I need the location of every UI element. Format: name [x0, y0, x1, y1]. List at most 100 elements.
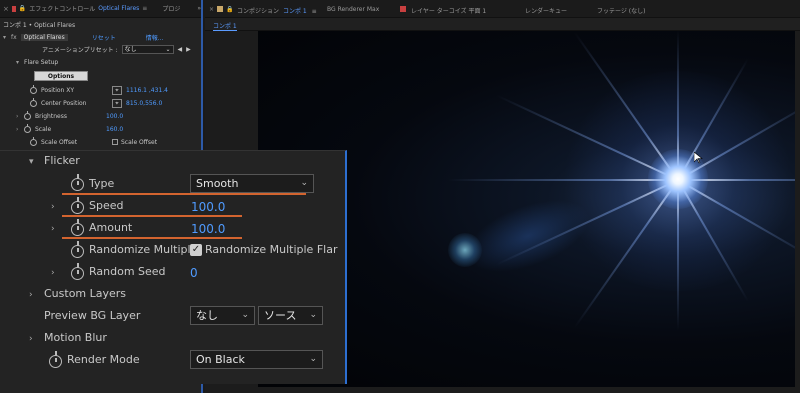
- lock-icon[interactable]: 🔒: [19, 5, 26, 12]
- fx-icon[interactable]: fx: [11, 34, 17, 41]
- scale-value[interactable]: 160.0: [106, 126, 123, 133]
- brightness-value[interactable]: 100.0: [106, 113, 123, 120]
- position-xy-label: Position XY: [41, 86, 75, 94]
- chevron-down-icon: ⌄: [309, 310, 317, 320]
- flare-setup-label: Flare Setup: [24, 58, 59, 66]
- stopwatch-icon[interactable]: [30, 84, 37, 94]
- expand-arrow-icon[interactable]: ›: [29, 290, 33, 300]
- sub-tab-comp[interactable]: コンポ 1: [213, 21, 237, 31]
- lock-icon[interactable]: 🔒: [226, 6, 233, 13]
- panel-color-icon: [11, 5, 16, 12]
- position-xy-value[interactable]: 1116.1 ,431.4: [126, 87, 168, 94]
- random-seed-value[interactable]: 0: [190, 266, 198, 280]
- close-icon[interactable]: ×: [209, 6, 214, 13]
- tab-effect-name[interactable]: Optical Flares: [98, 5, 139, 12]
- panel-menu-icon[interactable]: ≡: [312, 8, 317, 15]
- flicker-label[interactable]: Flicker: [44, 154, 80, 167]
- stopwatch-icon[interactable]: [71, 241, 84, 258]
- expand-arrow-icon[interactable]: ›: [51, 268, 55, 278]
- zoomed-effect-panel: ▾ Flicker Type Smooth ⌄ › Speed 100.0 › …: [0, 150, 347, 384]
- expand-arrow-icon[interactable]: ›: [51, 224, 55, 234]
- effect-name[interactable]: Optical Flares: [20, 33, 68, 41]
- type-label: Type: [89, 177, 115, 190]
- panel-overflow-icon[interactable]: »: [197, 5, 201, 12]
- random-seed-label: Random Seed: [89, 265, 166, 278]
- custom-layers-label[interactable]: Custom Layers: [44, 287, 126, 300]
- tab-footage[interactable]: フッテージ (なし): [597, 6, 645, 15]
- mouse-cursor-icon: [694, 152, 703, 164]
- tab-effect-controls[interactable]: エフェクトコントロール: [29, 4, 95, 13]
- crosshair-icon[interactable]: ⌖: [112, 98, 122, 108]
- expand-arrow-icon[interactable]: ›: [51, 202, 55, 212]
- viewer-subtabbar: コンポ 1: [205, 18, 800, 31]
- type-value: Smooth: [196, 177, 239, 190]
- highlight-underline: [62, 215, 242, 217]
- scale-offset-row: Scale Offset Scale Offset: [0, 136, 203, 148]
- render-mode-value: On Black: [196, 353, 245, 366]
- preview-bg-select[interactable]: なし ⌄: [190, 306, 255, 325]
- preset-value: なし: [124, 45, 137, 53]
- expand-arrow-icon[interactable]: ▾: [29, 157, 34, 167]
- tab-render-queue[interactable]: レンダーキュー: [525, 6, 567, 15]
- stopwatch-icon[interactable]: [49, 351, 62, 368]
- stopwatch-icon[interactable]: [71, 219, 84, 236]
- chevron-down-icon: ⌄: [309, 354, 317, 364]
- about-link[interactable]: 情報...: [146, 33, 164, 42]
- highlight-underline: [62, 193, 306, 195]
- stopwatch-icon[interactable]: [71, 174, 84, 191]
- tab-project[interactable]: プロジ: [162, 4, 180, 13]
- type-select[interactable]: Smooth ⌄: [190, 174, 314, 193]
- stopwatch-icon[interactable]: [30, 136, 37, 146]
- effect-controls-tabbar: × 🔒 エフェクトコントロール Optical Flares ≡ プロジ »: [0, 0, 201, 18]
- center-position-value[interactable]: 815.0,556.0: [126, 100, 162, 107]
- stopwatch-icon[interactable]: [24, 110, 31, 120]
- preview-bg-source-select[interactable]: ソース ⌄: [258, 306, 323, 325]
- options-button[interactable]: Options: [34, 71, 88, 81]
- brightness-row: › Brightness 100.0: [0, 110, 203, 122]
- preset-prev-icon[interactable]: ◀: [178, 46, 183, 53]
- stopwatch-icon[interactable]: [71, 263, 84, 280]
- tab-layer[interactable]: レイヤー ターコイズ 平面 1: [411, 6, 486, 15]
- render-mode-select[interactable]: On Black ⌄: [190, 350, 323, 369]
- stopwatch-icon[interactable]: [71, 197, 84, 214]
- center-position-label: Center Position: [41, 99, 87, 107]
- amount-value[interactable]: 100.0: [191, 222, 225, 236]
- tab-bg-renderer[interactable]: BG Renderer Max: [327, 6, 379, 13]
- scale-offset-checkbox[interactable]: [112, 139, 118, 145]
- flare-setup-row[interactable]: ▾ Flare Setup: [0, 56, 203, 68]
- scale-offset-label: Scale Offset: [41, 138, 78, 146]
- tab-composition[interactable]: コンポジション コンポ 1 ≡: [237, 6, 317, 15]
- breadcrumb: コンポ 1 • Optical Flares: [3, 21, 76, 29]
- chevron-down-icon: ⌄: [300, 178, 308, 188]
- stopwatch-icon[interactable]: [30, 97, 37, 107]
- chevron-down-icon: ⌄: [165, 45, 171, 53]
- randomize-checkbox[interactable]: ✓: [190, 244, 202, 256]
- center-position-row: Center Position ⌖ 815.0,556.0: [0, 97, 203, 109]
- expand-arrow-icon[interactable]: ›: [29, 334, 33, 344]
- flare-streak: [448, 179, 678, 181]
- render-mode-label: Render Mode: [67, 353, 140, 366]
- preset-label: アニメーションプリセット :: [42, 46, 118, 54]
- randomize-label: Randomize Multiple: [89, 243, 198, 256]
- preset-select[interactable]: なし ⌄: [121, 44, 174, 54]
- scale-offset-checkbox-label: Scale Offset: [121, 138, 158, 146]
- panel-menu-icon[interactable]: ≡: [142, 5, 147, 12]
- speed-label: Speed: [89, 199, 124, 212]
- crosshair-icon[interactable]: ⌖: [112, 85, 122, 95]
- expand-arrow-icon[interactable]: ▾: [3, 34, 11, 41]
- preview-bg-value: なし: [196, 309, 218, 322]
- expand-arrow-icon[interactable]: ▾: [16, 59, 24, 66]
- stopwatch-icon[interactable]: [24, 123, 31, 133]
- layer-color-icon: [400, 6, 406, 12]
- motion-blur-label[interactable]: Motion Blur: [44, 331, 107, 344]
- highlight-underline: [62, 237, 242, 239]
- amount-label: Amount: [89, 221, 133, 234]
- reset-link[interactable]: リセット: [92, 33, 116, 42]
- scale-row: › Scale 160.0: [0, 123, 203, 135]
- preset-next-icon[interactable]: ▶: [186, 46, 191, 53]
- expand-arrow-icon[interactable]: ›: [16, 113, 24, 120]
- close-icon[interactable]: ×: [3, 5, 9, 13]
- randomize-checkbox-label: Randomize Multiple Flar: [205, 243, 338, 256]
- expand-arrow-icon[interactable]: ›: [16, 126, 24, 133]
- speed-value[interactable]: 100.0: [191, 200, 225, 214]
